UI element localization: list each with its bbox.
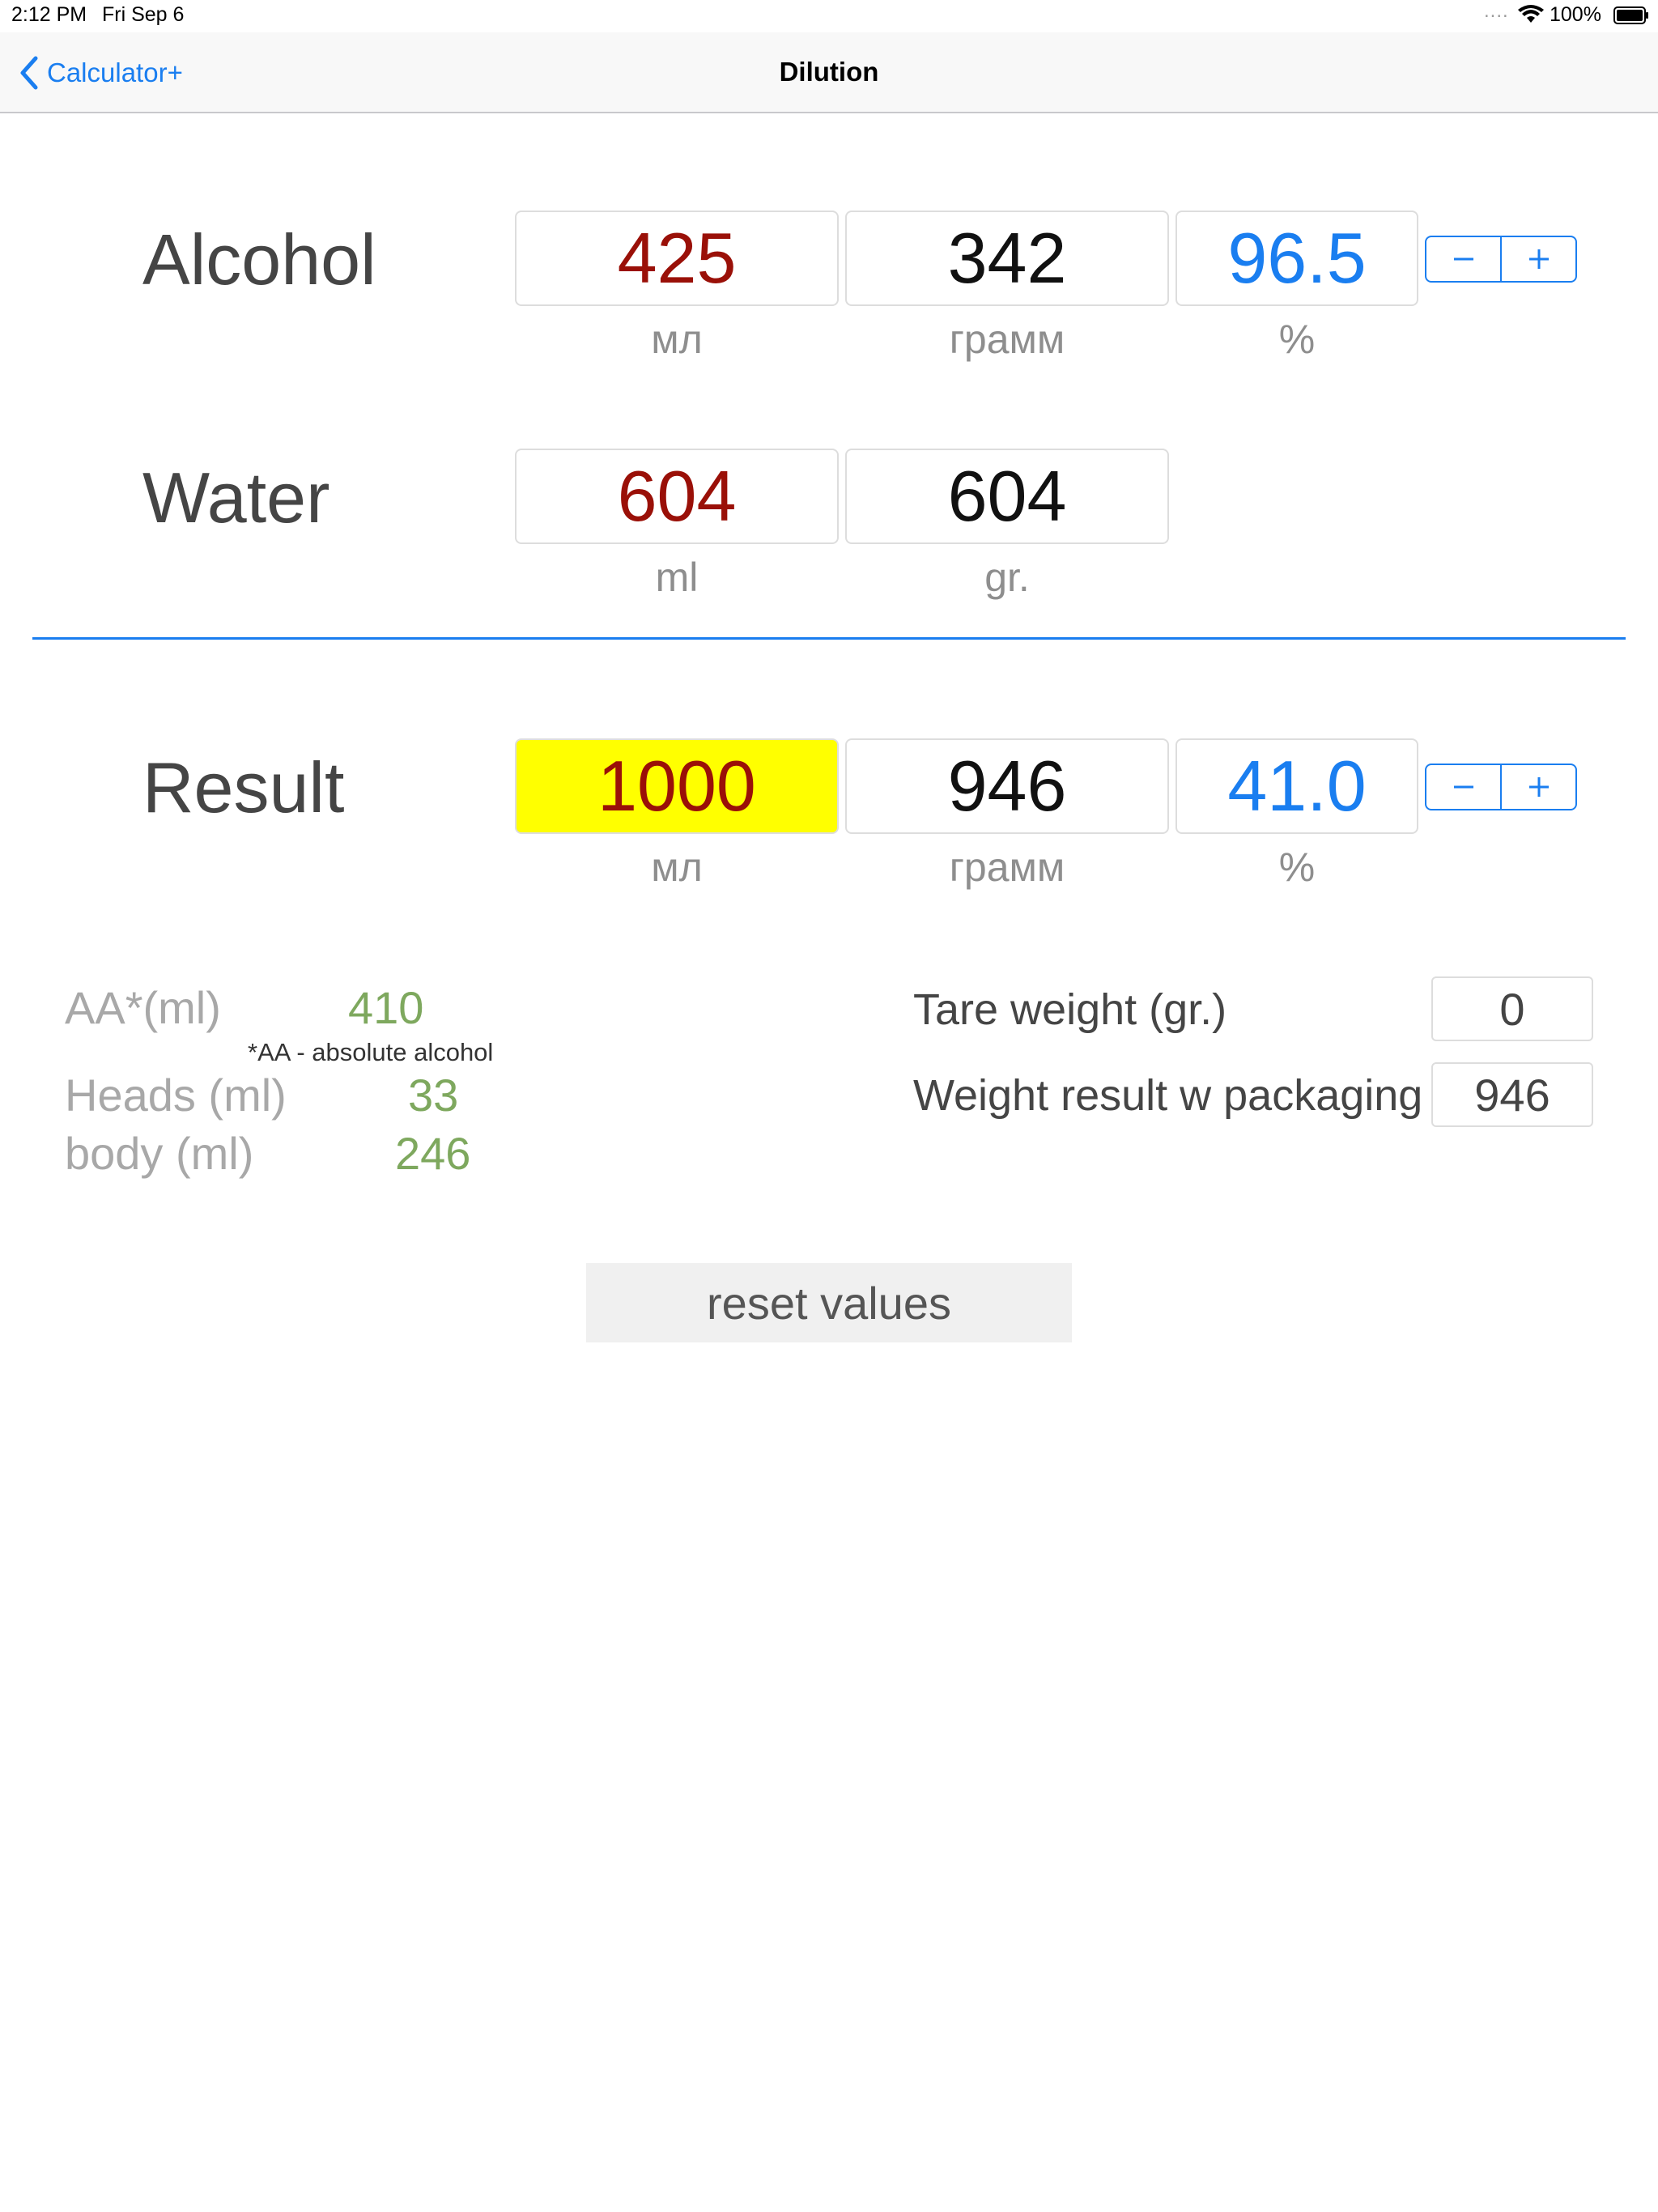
body-value: 246 <box>395 1128 471 1179</box>
water-label: Water <box>142 457 330 538</box>
tare-weight-label: Tare weight (gr.) <box>913 985 1227 1034</box>
signal-dots-icon: .... <box>1484 0 1509 22</box>
aa-label: AA*(ml) <box>65 982 221 1033</box>
aa-value: 410 <box>348 982 424 1033</box>
water-ml-input[interactable]: 604 <box>515 449 839 544</box>
result-gram-input[interactable]: 946 <box>845 738 1169 834</box>
body-label: body (ml) <box>65 1128 254 1179</box>
result-label: Result <box>142 747 345 827</box>
water-gram-input[interactable]: 604 <box>845 449 1169 544</box>
plus-icon <box>1528 777 1549 797</box>
status-bar: 2:12 PM Fri Sep 6 .... 100% <box>0 0 1658 32</box>
water-ml-unit: ml <box>655 555 699 600</box>
weight-packaging-input[interactable]: 946 <box>1431 1062 1593 1127</box>
alcohol-decrement-button[interactable] <box>1426 237 1500 281</box>
plus-icon <box>1528 249 1549 269</box>
alcohol-percent-unit: % <box>1278 317 1316 362</box>
result-percent-input[interactable]: 41.0 <box>1175 738 1418 834</box>
reset-values-button[interactable]: reset values <box>586 1263 1072 1342</box>
alcohol-percent-input[interactable]: 96.5 <box>1175 211 1418 306</box>
alcohol-label: Alcohol <box>142 219 376 300</box>
battery-percent: 100% <box>1550 3 1601 26</box>
result-decrement-button[interactable] <box>1426 765 1500 809</box>
alcohol-gram-unit: грамм <box>949 317 1065 362</box>
battery-icon <box>1613 6 1648 24</box>
weight-packaging-label: Weight result w packaging <box>913 1071 1423 1120</box>
alcohol-increment-button[interactable] <box>1500 237 1575 281</box>
aa-footnote: *AA - absolute alcohol <box>248 1038 494 1066</box>
alcohol-ml-input[interactable]: 425 <box>515 211 839 306</box>
minus-icon <box>1453 785 1473 789</box>
minus-icon <box>1453 257 1473 261</box>
status-date: Fri Sep 6 <box>102 3 185 26</box>
result-percent-unit: % <box>1278 844 1316 890</box>
heads-label: Heads (ml) <box>65 1070 287 1121</box>
page-title: Dilution <box>779 57 879 87</box>
result-ml-unit: мл <box>651 844 703 890</box>
water-gram-unit: gr. <box>984 555 1030 600</box>
wifi-icon <box>1518 5 1544 23</box>
alcohol-ml-unit: мл <box>651 317 703 362</box>
heads-value: 33 <box>408 1070 459 1121</box>
alcohol-gram-input[interactable]: 342 <box>845 211 1169 306</box>
result-percent-stepper <box>1425 764 1577 810</box>
status-time: 2:12 PM <box>11 3 87 26</box>
section-divider <box>32 637 1626 640</box>
tare-weight-input[interactable]: 0 <box>1431 976 1593 1041</box>
result-ml-input[interactable]: 1000 <box>515 738 839 834</box>
alcohol-percent-stepper <box>1425 236 1577 283</box>
result-gram-unit: грамм <box>949 844 1065 890</box>
result-increment-button[interactable] <box>1500 765 1575 809</box>
